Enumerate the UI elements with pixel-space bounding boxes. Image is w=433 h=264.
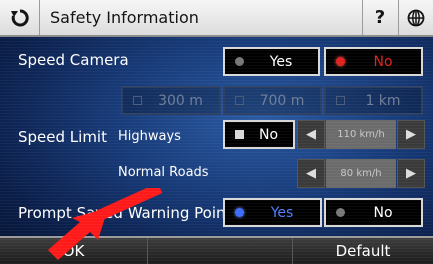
checkbox-icon	[336, 96, 345, 105]
refresh-back-icon	[10, 8, 29, 26]
prompt-saved-no-option[interactable]: No	[324, 198, 423, 227]
right-arrow-icon: ▶	[406, 166, 416, 181]
normal-roads-increase-button[interactable]: ▶	[397, 159, 425, 188]
prompt-saved-yes-option[interactable]: Yes	[223, 198, 322, 227]
checkbox-icon	[235, 130, 244, 139]
radio-on-icon	[235, 208, 244, 217]
distance-700m-label: 700 m	[259, 92, 305, 109]
radio-off-icon	[235, 57, 244, 66]
highways-no-label: No	[258, 126, 279, 143]
language-button[interactable]	[398, 0, 433, 35]
help-button[interactable]: ?	[362, 0, 397, 35]
speed-camera-no-label: No	[373, 53, 393, 70]
globe-icon	[407, 9, 425, 26]
checkbox-icon	[235, 96, 244, 105]
normal-roads-decrease-button[interactable]: ◀	[297, 159, 325, 188]
title-bar: Safety Information ?	[0, 0, 433, 37]
highways-decrease-button[interactable]: ◀	[297, 120, 325, 149]
page-title: Safety Information	[50, 8, 199, 27]
back-button[interactable]	[0, 0, 40, 35]
highways-no-option[interactable]: No	[223, 120, 295, 149]
normal-roads-speed-value: 80 km/h	[326, 159, 396, 188]
highways-speed-value: 110 km/h	[326, 120, 396, 149]
left-arrow-icon: ◀	[306, 127, 316, 142]
distance-1km-label: 1 km	[365, 92, 401, 109]
safety-information-screen: Safety Information ? Speed Camera Yes No…	[0, 0, 433, 264]
default-button[interactable]: Default	[293, 238, 433, 264]
checkbox-icon	[133, 96, 142, 105]
prompt-saved-yes-label: Yes	[270, 204, 294, 221]
radio-on-icon	[336, 57, 345, 66]
speed-camera-label: Speed Camera	[18, 51, 129, 69]
highways-increase-button[interactable]: ▶	[397, 120, 425, 149]
radio-off-icon	[336, 208, 345, 217]
distance-1km-option[interactable]: 1 km	[324, 86, 423, 115]
default-label: Default	[335, 242, 391, 260]
highways-label: Highways	[118, 129, 181, 144]
speed-camera-no-option[interactable]: No	[324, 47, 423, 76]
speed-limit-label: Speed Limit	[18, 128, 107, 146]
distance-300m-option[interactable]: 300 m	[121, 86, 221, 115]
prompt-saved-no-label: No	[373, 204, 393, 221]
speed-camera-yes-option[interactable]: Yes	[223, 47, 320, 76]
right-arrow-icon: ▶	[406, 127, 416, 142]
distance-300m-label: 300 m	[158, 92, 203, 109]
distance-700m-option[interactable]: 700 m	[223, 86, 322, 115]
normal-roads-label: Normal Roads	[118, 165, 209, 180]
left-arrow-icon: ◀	[306, 166, 316, 181]
speed-camera-yes-label: Yes	[269, 53, 293, 70]
help-icon: ?	[374, 7, 386, 28]
annotation-arrow-icon	[48, 188, 163, 260]
